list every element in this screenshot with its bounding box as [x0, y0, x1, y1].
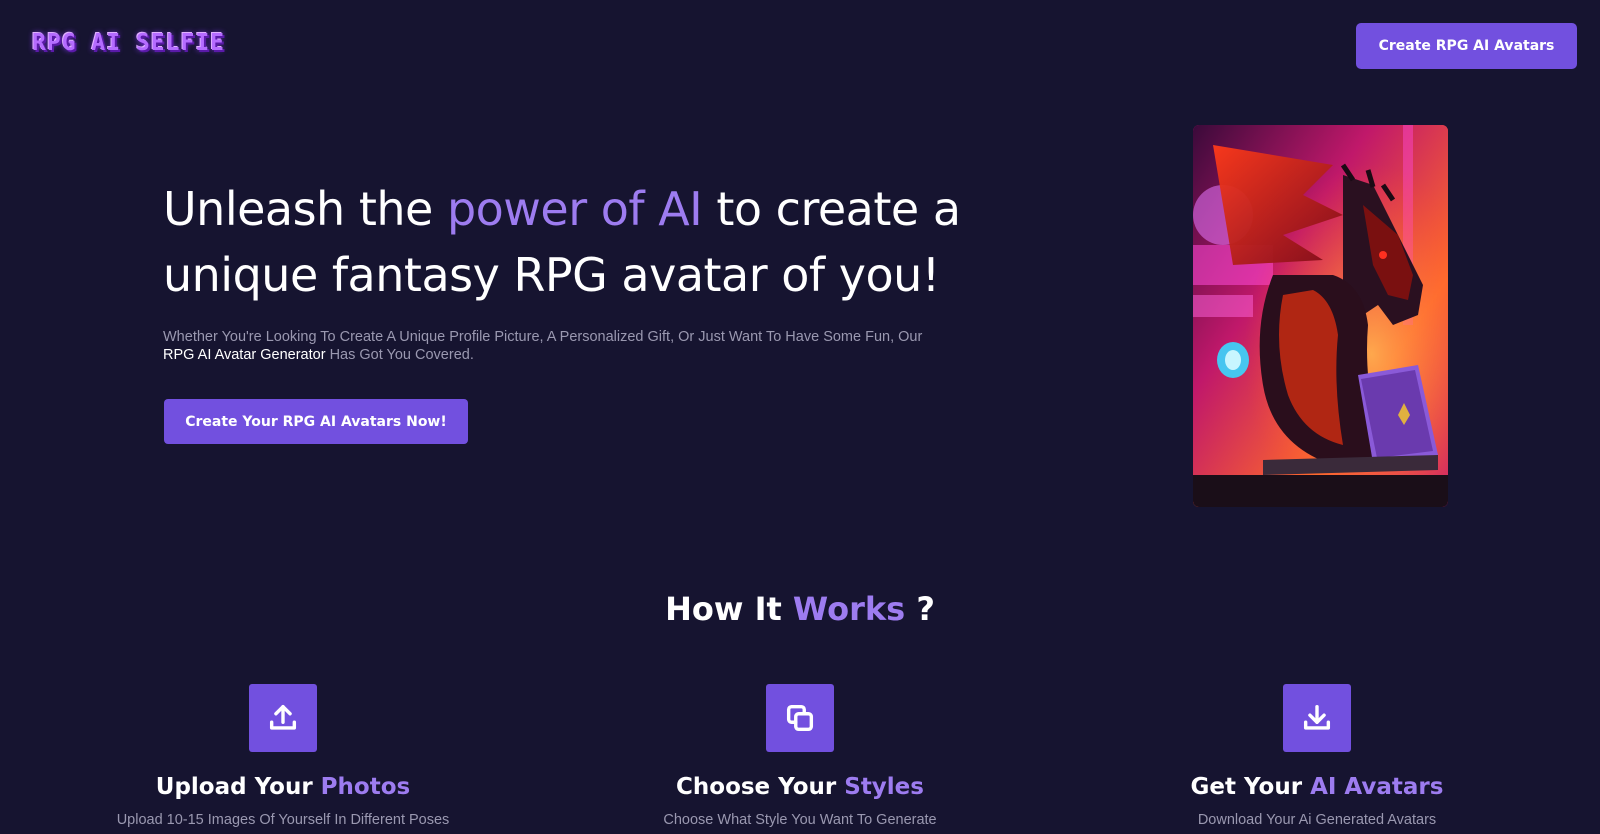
site-logo[interactable]: RPG AI SELFIE: [32, 30, 225, 56]
hero-desc-part2: Has Got You Covered.: [325, 347, 474, 363]
step-3-title: Get Your AI Avatars: [1107, 774, 1527, 800]
dragon-illustration: [1193, 125, 1448, 507]
how-title-part2: ?: [905, 590, 935, 628]
step-2-description: Choose What Style You Want To Generate: [663, 812, 937, 828]
hero-description: Whether You're Looking To Create A Uniqu…: [163, 328, 953, 364]
step-1-title-accent: Photos: [320, 774, 411, 800]
hero-desc-part1: Whether You're Looking To Create A Uniqu…: [163, 329, 923, 345]
landing-page: RPG AI SELFIE Create RPG AI Avatars Unle…: [0, 0, 1600, 834]
step-2-title-accent: Styles: [844, 774, 924, 800]
how-title-part1: How It: [665, 590, 793, 628]
step-1-title: Upload Your Photos: [73, 774, 493, 800]
step-3-title-accent: AI Avatars: [1310, 774, 1444, 800]
step-upload-photos: Upload Your Photos Upload 10-15 Images O…: [73, 684, 493, 828]
step-choose-styles: Choose Your Styles Choose What Style You…: [590, 684, 1010, 828]
step-1-title-part1: Upload Your: [155, 774, 321, 800]
how-title-accent: Works: [792, 590, 906, 628]
step-2-title: Choose Your Styles: [590, 774, 1010, 800]
hero-title-accent: power of AI: [446, 182, 703, 236]
upload-icon: [249, 684, 317, 752]
hero-title: Unleash the power of AI to create a uniq…: [163, 176, 963, 308]
hero-title-part1: Unleash the: [163, 182, 447, 236]
step-get-avatars: Get Your AI Avatars Download Your Ai Gen…: [1107, 684, 1527, 828]
step-3-description: Download Your Ai Generated Avatars: [1197, 812, 1437, 828]
step-2-title-part1: Choose Your: [676, 774, 845, 800]
step-1-description: Upload 10-15 Images Of Yourself In Diffe…: [116, 812, 450, 828]
step-3-title-part1: Get Your: [1190, 774, 1311, 800]
download-icon: [1283, 684, 1351, 752]
create-avatars-now-button[interactable]: Create Your RPG AI Avatars Now!: [164, 399, 468, 444]
copy-styles-icon: [766, 684, 834, 752]
hero-dragon-image: [1193, 125, 1448, 507]
hero-desc-highlight: RPG AI Avatar Generator: [163, 347, 326, 363]
create-avatars-header-button[interactable]: Create RPG AI Avatars: [1356, 23, 1577, 69]
how-it-works-title: How It Works ?: [0, 590, 1600, 628]
